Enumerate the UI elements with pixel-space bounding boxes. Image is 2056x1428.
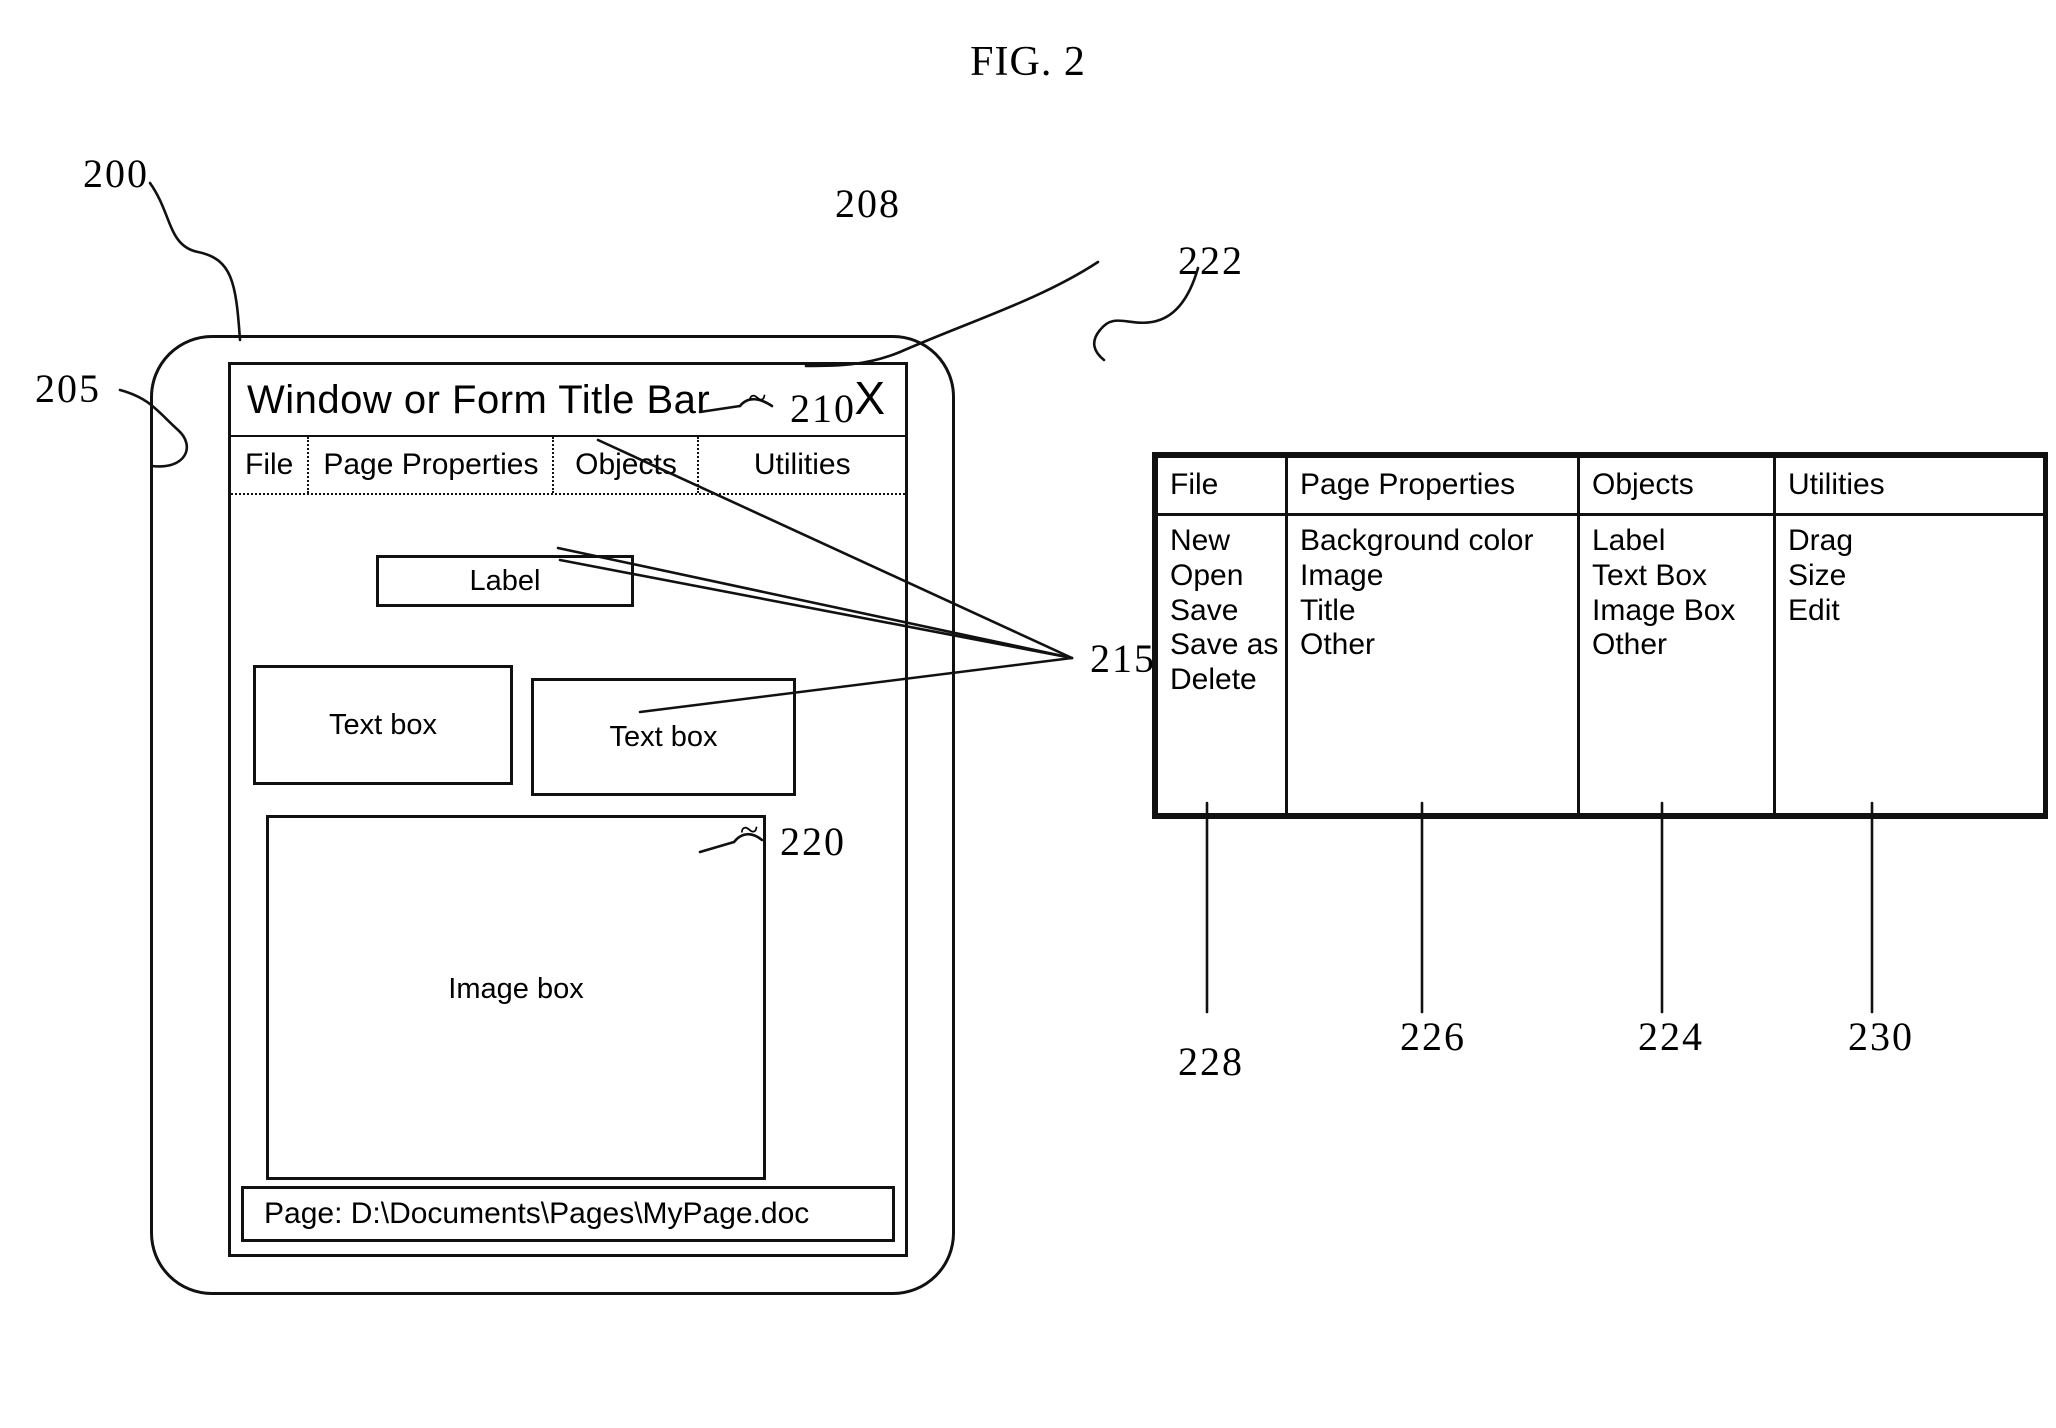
menu-option-label[interactable]: Label	[1592, 524, 1761, 559]
form-object-image-box[interactable]: Image box	[266, 815, 766, 1180]
ref-num-224: 224	[1638, 1014, 1704, 1059]
menu-item-page-properties[interactable]: Page Properties	[309, 437, 555, 493]
form-object-text-box-1[interactable]: Text box	[253, 665, 513, 785]
menu-option-edit[interactable]: Edit	[1788, 594, 2031, 629]
menu-bar: File Page Properties Objects Utilities	[231, 437, 905, 495]
menu-option-size[interactable]: Size	[1788, 559, 2031, 594]
figure-title: FIG. 2	[970, 39, 1086, 85]
ref-num-220: 220	[780, 819, 846, 864]
form-canvas: Label Text box Text box Image box Page: …	[231, 495, 905, 1254]
table-header-utilities: Utilities	[1773, 455, 2046, 516]
table-header-file: File	[1155, 455, 1288, 516]
menu-option-drag[interactable]: Drag	[1788, 524, 2031, 559]
menu-item-utilities[interactable]: Utilities	[699, 437, 905, 493]
menu-option-image-box[interactable]: Image Box	[1592, 594, 1761, 629]
menu-option-delete[interactable]: Delete	[1170, 663, 1273, 698]
ref-num-230: 230	[1848, 1014, 1914, 1059]
ref-num-205: 205	[35, 366, 101, 411]
table-cell-file: New Open Save Save as Delete	[1155, 513, 1288, 816]
ref-num-215: 215	[1090, 636, 1156, 681]
menu-option-other-page[interactable]: Other	[1300, 628, 1565, 663]
ref-num-210: 210	[790, 386, 856, 431]
status-bar: Page: D:\Documents\Pages\MyPage.doc	[241, 1186, 895, 1242]
table-header-objects: Objects	[1577, 455, 1776, 516]
ref-num-226: 226	[1400, 1014, 1466, 1059]
table-header-row: File Page Properties Objects Utilities	[1155, 455, 2046, 516]
ref-num-222: 222	[1178, 238, 1244, 283]
table-header-page-properties: Page Properties	[1285, 455, 1580, 516]
table-row: New Open Save Save as Delete Background …	[1155, 513, 2046, 816]
menu-list-utilities: Drag Size Edit	[1788, 524, 2031, 628]
tilde-mark-210: ~	[748, 380, 769, 417]
table-cell-page-properties: Background color Image Title Other	[1285, 513, 1580, 816]
menu-option-save-as[interactable]: Save as	[1170, 628, 1278, 663]
menu-option-image[interactable]: Image	[1300, 559, 1565, 594]
menu-item-objects[interactable]: Objects	[554, 437, 700, 493]
tilde-mark-220: ~	[740, 812, 761, 849]
menu-structure-table: File Page Properties Objects Utilities N…	[1152, 452, 2048, 819]
table-cell-utilities: Drag Size Edit	[1773, 513, 2046, 816]
ref-num-200: 200	[83, 151, 149, 196]
window-title-text: Window or Form Title Bar	[247, 378, 711, 422]
application-window: Window or Form Title Bar X File Page Pro…	[228, 362, 908, 1257]
menu-list-objects: Label Text Box Image Box Other	[1592, 524, 1761, 663]
menu-option-background-color[interactable]: Background color	[1300, 524, 1565, 559]
ref-num-228: 228	[1178, 1039, 1244, 1084]
leader-200	[148, 181, 242, 342]
table-cell-objects: Label Text Box Image Box Other	[1577, 513, 1776, 816]
menu-option-new[interactable]: New	[1170, 524, 1273, 559]
menu-option-text-box[interactable]: Text Box	[1592, 559, 1761, 594]
menu-list-page-properties: Background color Image Title Other	[1300, 524, 1565, 663]
menu-item-file[interactable]: File	[231, 437, 310, 493]
menu-option-title[interactable]: Title	[1300, 594, 1565, 629]
form-object-label[interactable]: Label	[376, 555, 634, 607]
menu-option-open[interactable]: Open	[1170, 559, 1273, 594]
ref-num-208: 208	[835, 181, 901, 226]
menu-list-file: New Open Save Save as Delete	[1170, 524, 1278, 698]
form-object-text-box-2[interactable]: Text box	[531, 678, 796, 796]
menu-option-save[interactable]: Save	[1170, 594, 1273, 629]
menu-option-other-object[interactable]: Other	[1592, 628, 1761, 663]
